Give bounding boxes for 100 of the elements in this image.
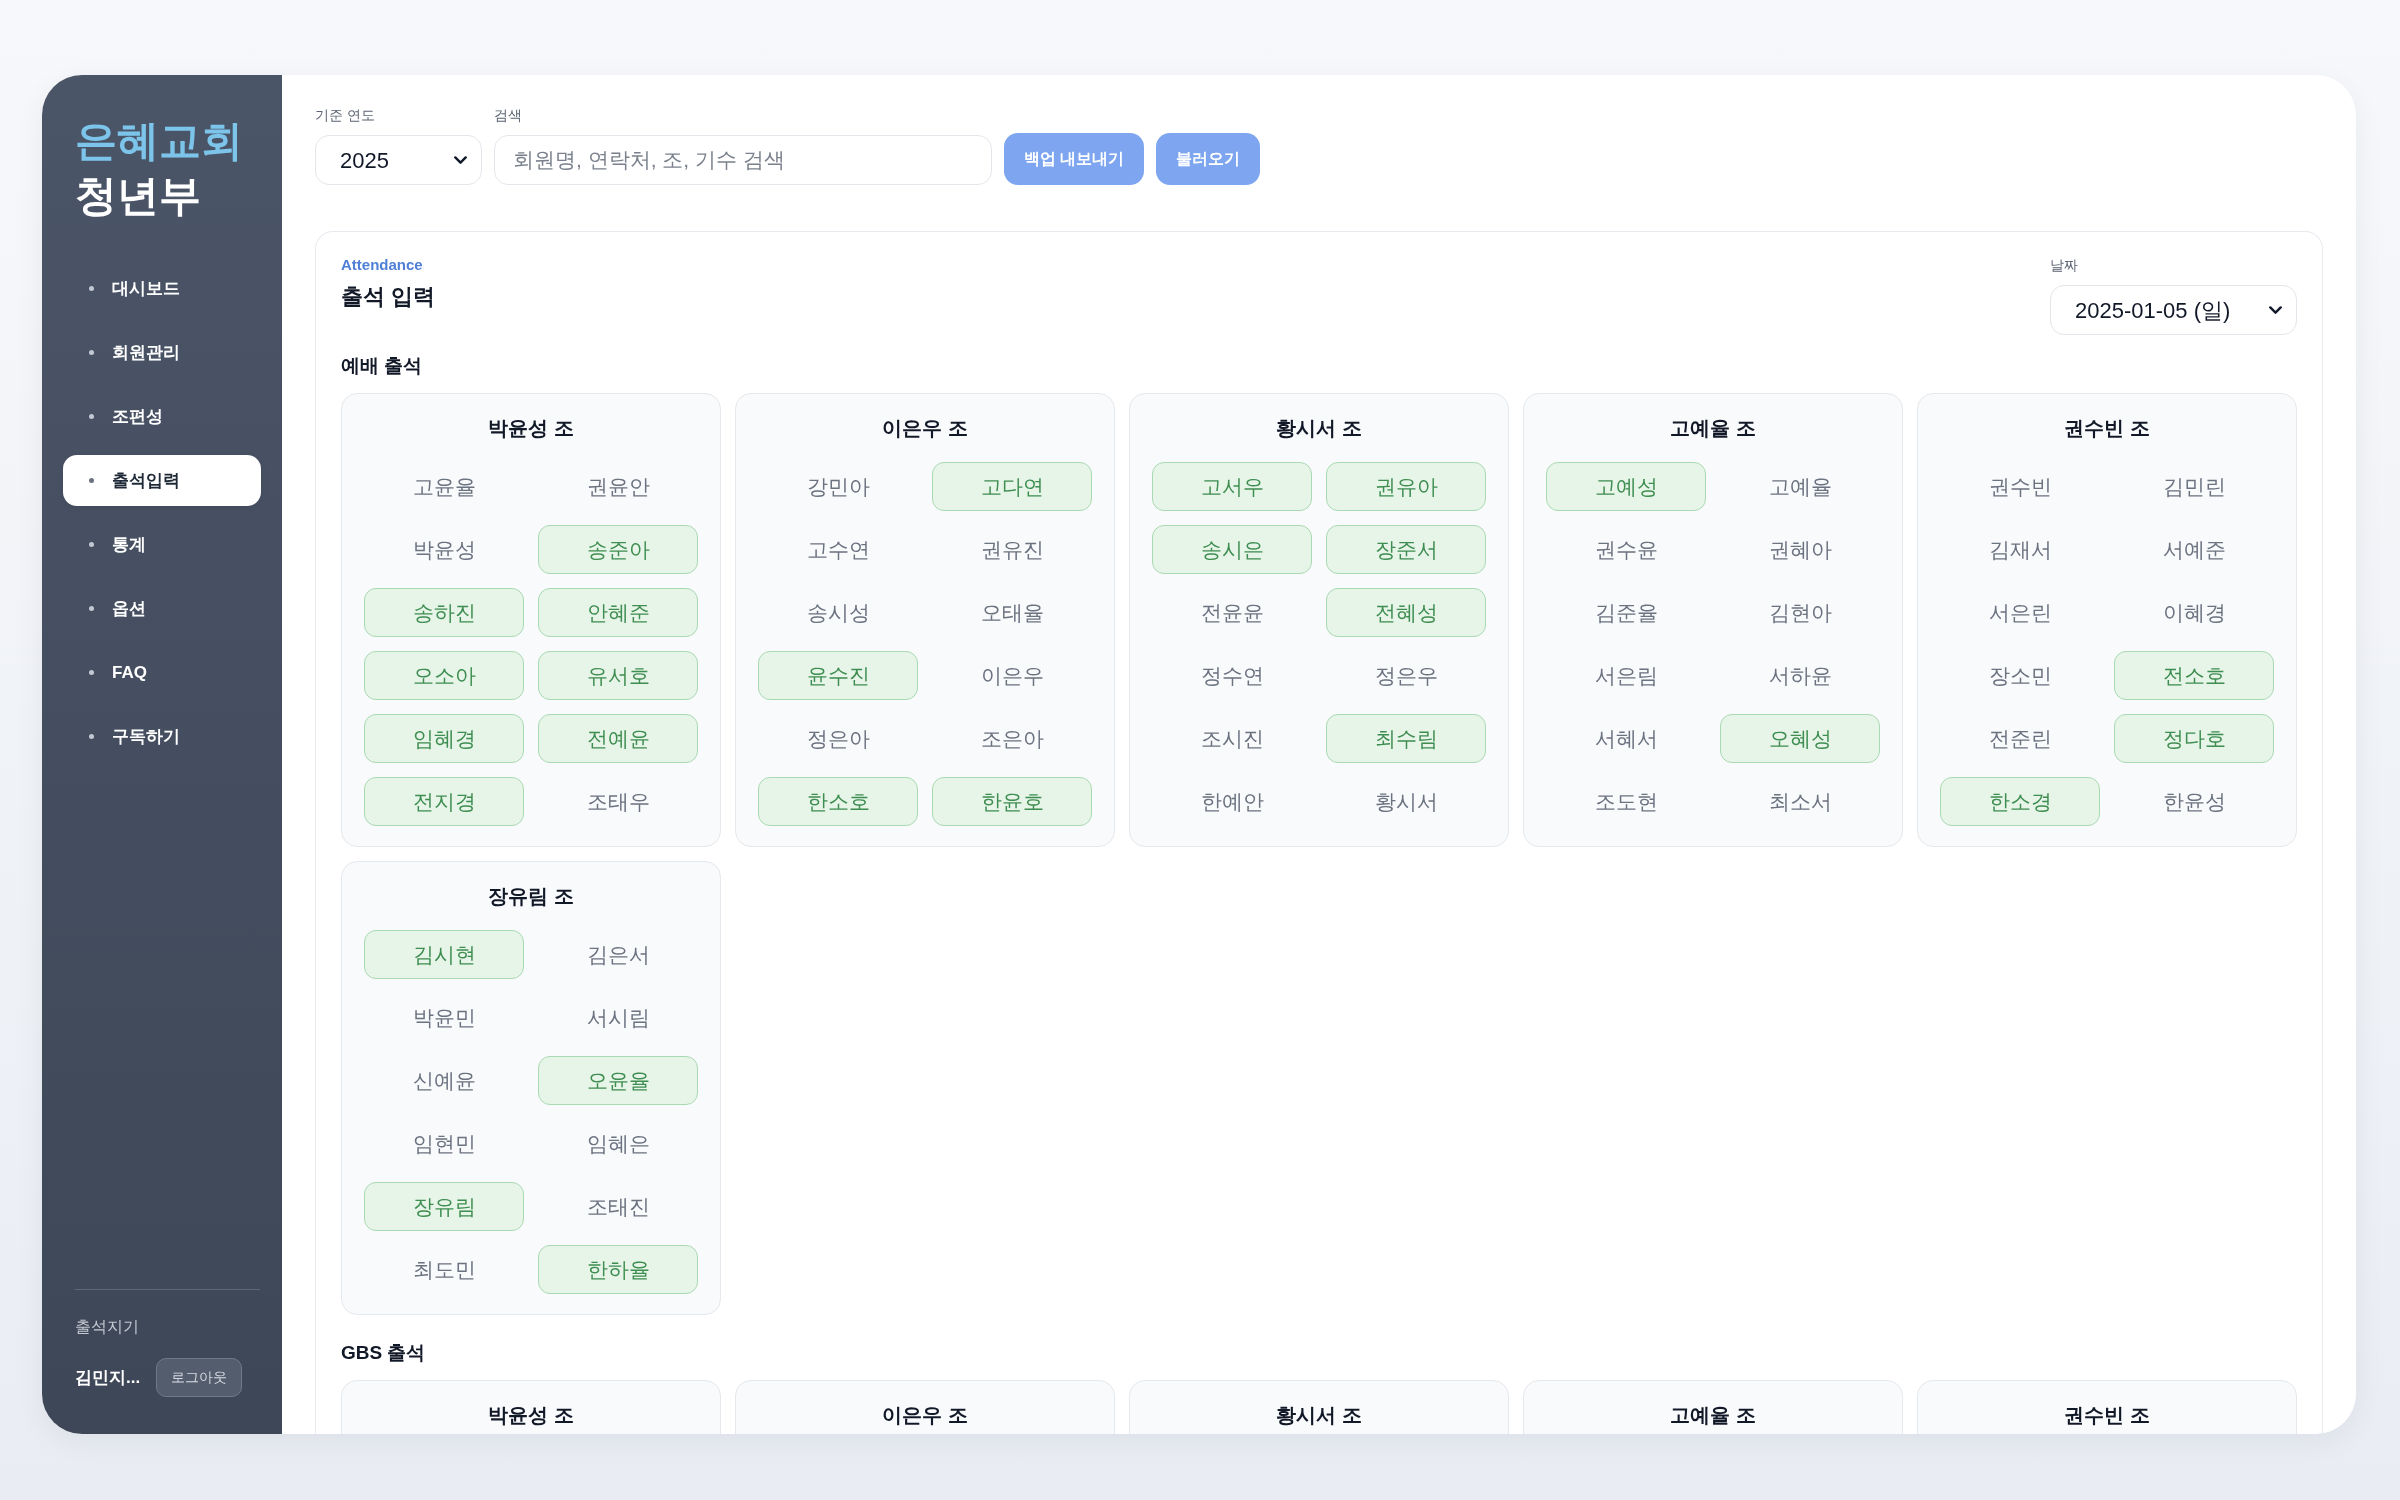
- member-toggle[interactable]: 한윤호: [932, 777, 1092, 826]
- member-toggle[interactable]: 강민아: [758, 462, 918, 511]
- member-toggle[interactable]: 장유림: [364, 1182, 524, 1231]
- nav-item[interactable]: FAQ: [63, 647, 261, 698]
- member-toggle[interactable]: 전윤윤: [1152, 588, 1312, 637]
- member-toggle[interactable]: 정은아: [758, 714, 918, 763]
- group-title: 이은우 조: [882, 1403, 968, 1428]
- member-toggle[interactable]: 최수림: [1326, 714, 1486, 763]
- group-title: 장유림 조: [488, 884, 574, 909]
- member-toggle[interactable]: 전예윤: [538, 714, 698, 763]
- member-toggle[interactable]: 황시서: [1326, 777, 1486, 826]
- member-toggle[interactable]: 고예성: [1546, 462, 1706, 511]
- member-toggle[interactable]: 김준율: [1546, 588, 1706, 637]
- nav-item[interactable]: 출석입력: [63, 455, 261, 506]
- member-toggle[interactable]: 권수빈: [1940, 462, 2100, 511]
- group-title: 권수빈 조: [2064, 416, 2150, 441]
- member-toggle[interactable]: 박윤성: [364, 525, 524, 574]
- member-toggle[interactable]: 김은서: [538, 930, 698, 979]
- member-toggle[interactable]: 전소호: [2114, 651, 2274, 700]
- member-toggle[interactable]: 한소호: [758, 777, 918, 826]
- logout-button[interactable]: 로그아웃: [156, 1358, 243, 1397]
- member-toggle[interactable]: 송시성: [758, 588, 918, 637]
- panel-eyebrow: Attendance: [341, 255, 423, 275]
- search-field[interactable]: 회원명, 연락처, 조, 기수 검색: [494, 135, 992, 185]
- section-title: 예배 출석: [341, 354, 423, 378]
- action-button[interactable]: 불러오기: [1156, 133, 1261, 185]
- member-toggle[interactable]: 전지경: [364, 777, 524, 826]
- member-toggle[interactable]: 서예준: [2114, 525, 2274, 574]
- field-label: 검색: [494, 106, 522, 124]
- year-select[interactable]: 2025: [315, 135, 482, 185]
- member-toggle[interactable]: 한예안: [1152, 777, 1312, 826]
- member-toggle[interactable]: 김현아: [1720, 588, 1880, 637]
- member-toggle[interactable]: 조도현: [1546, 777, 1706, 826]
- member-toggle[interactable]: 조태진: [538, 1182, 698, 1231]
- user-name: 김민지...: [75, 1366, 141, 1389]
- member-toggle[interactable]: 임혜은: [538, 1119, 698, 1168]
- member-toggle[interactable]: 송하진: [364, 588, 524, 637]
- nav-item[interactable]: 조편성: [63, 391, 261, 442]
- member-toggle[interactable]: 장소민: [1940, 651, 2100, 700]
- nav-item[interactable]: 통계: [63, 519, 261, 570]
- member-toggle[interactable]: 조은아: [932, 714, 1092, 763]
- member-toggle[interactable]: 정은우: [1326, 651, 1486, 700]
- member-toggle[interactable]: 권유아: [1326, 462, 1486, 511]
- member-toggle[interactable]: 김민린: [2114, 462, 2274, 511]
- member-toggle[interactable]: 윤수진: [758, 651, 918, 700]
- member-toggle[interactable]: 서하윤: [1720, 651, 1880, 700]
- chevron-down-icon: [2269, 305, 2282, 315]
- member-toggle[interactable]: 서은림: [1546, 651, 1706, 700]
- member-toggle[interactable]: 고서우: [1152, 462, 1312, 511]
- member-toggle[interactable]: 송시은: [1152, 525, 1312, 574]
- member-toggle[interactable]: 김시현: [364, 930, 524, 979]
- member-toggle[interactable]: 오태율: [932, 588, 1092, 637]
- member-toggle[interactable]: 권윤안: [538, 462, 698, 511]
- member-toggle[interactable]: 장준서: [1326, 525, 1486, 574]
- member-toggle[interactable]: 고다연: [932, 462, 1092, 511]
- member-toggle[interactable]: 서은린: [1940, 588, 2100, 637]
- member-toggle[interactable]: 정수연: [1152, 651, 1312, 700]
- member-toggle[interactable]: 전준린: [1940, 714, 2100, 763]
- member-toggle[interactable]: 한소경: [1940, 777, 2100, 826]
- member-toggle[interactable]: 한윤성: [2114, 777, 2274, 826]
- member-toggle[interactable]: 서시림: [538, 993, 698, 1042]
- action-button[interactable]: 백업 내보내기: [1004, 133, 1145, 185]
- member-toggle[interactable]: 고예율: [1720, 462, 1880, 511]
- member-toggle[interactable]: 유서호: [538, 651, 698, 700]
- group-title: 황시서 조: [1276, 416, 1362, 441]
- member-toggle[interactable]: 정다호: [2114, 714, 2274, 763]
- role-label: 출석지기: [75, 1317, 139, 1337]
- member-toggle[interactable]: 박윤민: [364, 993, 524, 1042]
- nav-item[interactable]: 회원관리: [63, 327, 261, 378]
- member-toggle[interactable]: 안혜준: [538, 588, 698, 637]
- member-toggle[interactable]: 최소서: [1720, 777, 1880, 826]
- member-toggle[interactable]: 오혜성: [1720, 714, 1880, 763]
- member-toggle[interactable]: 최도민: [364, 1245, 524, 1294]
- date-select[interactable]: 2025-01-05 (일): [2050, 285, 2297, 335]
- group-title: 고예율 조: [1670, 416, 1756, 441]
- nav-item[interactable]: 구독하기: [63, 711, 261, 762]
- nav-item[interactable]: 대시보드: [63, 263, 261, 314]
- group-title: 이은우 조: [882, 416, 968, 441]
- member-toggle[interactable]: 오윤율: [538, 1056, 698, 1105]
- member-toggle[interactable]: 이혜경: [2114, 588, 2274, 637]
- member-toggle[interactable]: 전혜성: [1326, 588, 1486, 637]
- member-toggle[interactable]: 김재서: [1940, 525, 2100, 574]
- member-toggle[interactable]: 임혜경: [364, 714, 524, 763]
- group-title: 황시서 조: [1276, 1403, 1362, 1428]
- member-toggle[interactable]: 신예윤: [364, 1056, 524, 1105]
- member-toggle[interactable]: 조태우: [538, 777, 698, 826]
- member-toggle[interactable]: 고수연: [758, 525, 918, 574]
- member-toggle[interactable]: 서혜서: [1546, 714, 1706, 763]
- member-toggle[interactable]: 권수윤: [1546, 525, 1706, 574]
- member-toggle[interactable]: 고윤율: [364, 462, 524, 511]
- member-toggle[interactable]: 한하율: [538, 1245, 698, 1294]
- member-toggle[interactable]: 오소아: [364, 651, 524, 700]
- member-toggle[interactable]: 권유진: [932, 525, 1092, 574]
- member-toggle[interactable]: 송준아: [538, 525, 698, 574]
- group-title: 박윤성 조: [488, 416, 574, 441]
- member-toggle[interactable]: 이은우: [932, 651, 1092, 700]
- member-toggle[interactable]: 권혜아: [1720, 525, 1880, 574]
- nav-item[interactable]: 옵션: [63, 583, 261, 634]
- member-toggle[interactable]: 임현민: [364, 1119, 524, 1168]
- member-toggle[interactable]: 조시진: [1152, 714, 1312, 763]
